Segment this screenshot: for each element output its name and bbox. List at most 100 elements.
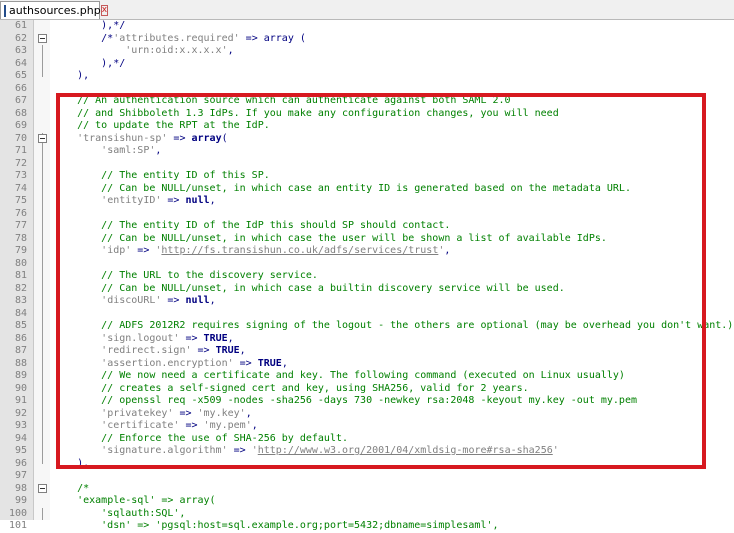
line-number: 93 [14, 420, 27, 431]
code-editor[interactable]: 61 ),*/62 /*'attributes.required' => arr… [0, 20, 734, 531]
code-text: 'idp' => 'http://fs.transishun.co.uk/adf… [53, 245, 450, 258]
code-token: 'attributes.required' [113, 32, 240, 44]
code-line[interactable]: 92 'privatekey' => 'my.key', [0, 408, 734, 421]
code-line[interactable]: 88 'assertion.encryption' => TRUE, [0, 358, 734, 371]
code-line[interactable]: 80 [0, 258, 734, 271]
code-text: 'dsn' => 'pgsql:host=sql.example.org;por… [53, 520, 499, 533]
code-line[interactable]: 68 // and Shibboleth 1.3 IdPs. If you ma… [0, 108, 734, 121]
code-line[interactable]: 70 'transishun-sp' => array( [0, 133, 734, 146]
code-line[interactable]: 64 ),*/ [0, 58, 734, 71]
line-number: 100 [8, 507, 27, 519]
tab-label: authsources.php [9, 4, 101, 17]
code-token: // creates a self-signed cert and key, u… [53, 382, 529, 394]
code-text: 'redirect.sign' => TRUE, [53, 345, 246, 358]
code-line[interactable]: 93 'certificate' => 'my.pem', [0, 420, 734, 433]
code-line[interactable]: 71 'saml:SP', [0, 145, 734, 158]
code-line[interactable]: 72 [0, 158, 734, 171]
code-token: ), [53, 70, 90, 81]
code-line[interactable]: 74 // Can be NULL/unset, in which case a… [0, 183, 734, 196]
line-number: 101 [8, 520, 27, 531]
code-line[interactable]: 99 'example-sql' => array( [0, 495, 734, 508]
code-text: 'discoURL' => null, [53, 295, 215, 308]
code-line[interactable]: 98 /* [0, 483, 734, 496]
code-line[interactable]: 95 'signature.algorithm' => 'http://www.… [0, 445, 734, 458]
code-token: 'assertion.encryption' [101, 357, 234, 369]
line-number: 68 [14, 107, 27, 119]
code-line[interactable]: 87 'redirect.sign' => TRUE, [0, 345, 734, 358]
code-token: ( [221, 132, 228, 144]
code-token: // openssl req -x509 -nodes -sha256 -day… [53, 395, 637, 406]
fold-collapse-icon[interactable] [38, 484, 47, 493]
url-link[interactable]: http://www.w3.org/2001/04/xmldsig-more#r… [258, 445, 553, 456]
code-line[interactable]: 67 // An authentication source which can… [0, 95, 734, 108]
code-token: /* [53, 482, 90, 494]
line-number: 61 [14, 20, 27, 31]
code-text: ), [53, 458, 89, 471]
line-number: 88 [14, 357, 27, 369]
code-line[interactable]: 69 // to update the RPT at the IdP. [0, 120, 734, 133]
code-line[interactable]: 97 [0, 470, 734, 483]
fold-collapse-icon[interactable] [38, 34, 47, 43]
code-line[interactable]: 89 // We now need a certificate and key.… [0, 370, 734, 383]
code-line[interactable]: 91 // openssl req -x509 -nodes -sha256 -… [0, 395, 734, 408]
code-text: // An authentication source which can au… [53, 95, 510, 108]
line-number: 87 [14, 345, 27, 356]
code-text: // The entity ID of this SP. [53, 170, 270, 183]
line-number: 71 [14, 145, 27, 156]
code-token: TRUE [257, 357, 282, 369]
code-line[interactable]: 61 ),*/ [0, 20, 734, 33]
code-token: // The entity ID of the IdP this should … [53, 220, 451, 231]
code-line[interactable]: 77 // The entity ID of the IdP this shou… [0, 220, 734, 233]
code-line[interactable]: 73 // The entity ID of this SP. [0, 170, 734, 183]
code-line[interactable]: 65 ), [0, 70, 734, 83]
code-line[interactable]: 81 // The URL to the discovery service. [0, 270, 734, 283]
code-line[interactable]: 66 [0, 83, 734, 96]
code-line[interactable]: 83 'discoURL' => null, [0, 295, 734, 308]
code-line[interactable]: 101 'dsn' => 'pgsql:host=sql.example.org… [0, 520, 734, 533]
code-text: // to update the RPT at the IdP. [53, 120, 270, 133]
code-line[interactable]: 85 // ADFS 2012R2 requires signing of th… [0, 320, 734, 333]
code-token: TRUE [203, 332, 228, 344]
code-line[interactable]: 62 /*'attributes.required' => array ( [0, 33, 734, 46]
code-token: // The URL to the discovery service. [53, 270, 318, 281]
code-token: ),*/ [53, 20, 126, 31]
line-number: 96 [14, 457, 27, 469]
code-line[interactable]: 94 // Enforce the use of SHA-256 by defa… [0, 433, 734, 446]
fold-collapse-icon[interactable] [38, 134, 47, 143]
tab-authsources[interactable]: authsources.php x [0, 1, 109, 19]
code-line[interactable]: 75 'entityID' => null, [0, 195, 734, 208]
code-line[interactable]: 86 'sign.logout' => TRUE, [0, 333, 734, 346]
code-token: , [239, 345, 246, 356]
code-text: /* [53, 483, 89, 496]
close-icon[interactable]: x [100, 5, 109, 16]
line-number: 83 [14, 295, 27, 306]
code-line[interactable]: 100 'sqlauth:SQL', [0, 508, 734, 521]
code-token: 'sqlauth:SQL', [53, 507, 186, 519]
code-line[interactable]: 76 [0, 208, 734, 221]
code-line[interactable]: 79 'idp' => 'http://fs.transishun.co.uk/… [0, 245, 734, 258]
code-line[interactable]: 63 'urn:oid:x.x.x.x', [0, 45, 734, 58]
code-token: 'dsn' => 'pgsql:host=sql.example.org;por… [53, 520, 499, 531]
url-link[interactable]: http://fs.transishun.co.uk/adfs/services… [161, 245, 438, 256]
code-text: // The entity ID of the IdP this should … [53, 220, 450, 233]
code-text: 'transishun-sp' => array( [53, 133, 228, 146]
code-text: /*'attributes.required' => array ( [53, 33, 306, 46]
code-token: // and Shibboleth 1.3 IdPs. If you make … [53, 107, 559, 119]
php-file-icon [4, 4, 6, 17]
code-line[interactable]: 90 // creates a self-signed cert and key… [0, 383, 734, 396]
line-number: 85 [14, 320, 27, 331]
code-token: // to update the RPT at the IdP. [53, 120, 270, 131]
line-number: 66 [14, 82, 27, 94]
code-line[interactable]: 78 // Can be NULL/unset, in which case t… [0, 233, 734, 246]
code-line[interactable]: 96 ), [0, 458, 734, 471]
code-text: // The URL to the discovery service. [53, 270, 318, 283]
code-line[interactable]: 84 [0, 308, 734, 321]
code-text: // Can be NULL/unset, in which case the … [53, 233, 607, 246]
code-text: 'privatekey' => 'my.key', [53, 408, 252, 421]
code-line[interactable]: 82 // Can be NULL/unset, in which case a… [0, 283, 734, 296]
code-text: // and Shibboleth 1.3 IdPs. If you make … [53, 108, 559, 121]
line-number: 78 [14, 232, 27, 244]
code-text: 'assertion.encryption' => TRUE, [53, 358, 288, 371]
